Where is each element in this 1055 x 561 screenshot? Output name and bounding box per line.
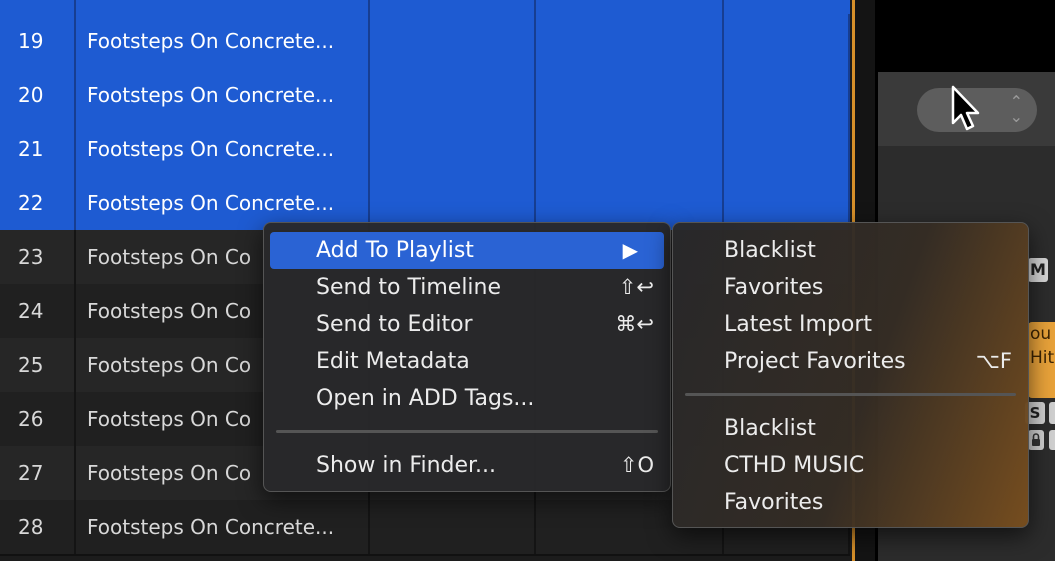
row-number: 22 xyxy=(0,176,76,230)
menu-item-label: Latest Import xyxy=(724,312,872,337)
triangle-right-icon: ▶ xyxy=(622,238,638,262)
submenu-item-favorites-2[interactable]: Favorites xyxy=(679,484,1022,521)
row-number: 20 xyxy=(0,68,76,122)
partial-row-above xyxy=(0,0,850,14)
submenu-item-latest-import[interactable]: Latest Import xyxy=(679,306,1022,343)
file-name: Footsteps On Concrete... xyxy=(76,14,370,68)
menu-item-label: Open in ADD Tags... xyxy=(316,386,535,411)
submenu-item-cthd-music[interactable]: CTHD MUSIC xyxy=(679,447,1022,484)
menu-item-label: Blacklist xyxy=(724,238,816,263)
menu-item-show-in-finder[interactable]: Show in Finder... ⇧O xyxy=(270,447,664,484)
menu-item-edit-metadata[interactable]: Edit Metadata xyxy=(270,343,664,380)
empty-cell xyxy=(536,14,724,68)
badge-partial[interactable] xyxy=(1049,430,1055,450)
shortcut-label: ⌘↩ xyxy=(615,312,654,336)
shortcut-label: ⇧O xyxy=(619,453,654,477)
mouse-pointer-icon xyxy=(951,85,980,131)
empty-cell xyxy=(370,122,536,176)
track-card-line-1: ou xyxy=(1030,324,1052,344)
context-menu: Add To Playlist ▶ Send to Timeline ⇧↩ Se… xyxy=(263,222,671,492)
menu-item-send-to-timeline[interactable]: Send to Timeline ⇧↩ xyxy=(270,269,664,306)
submenu-item-blacklist[interactable]: Blacklist xyxy=(679,232,1022,269)
empty-cell xyxy=(724,122,850,176)
empty-cell xyxy=(536,122,724,176)
menu-item-label: Project Favorites xyxy=(724,349,906,374)
file-name: Footsteps On Concrete... xyxy=(76,68,370,122)
menu-separator xyxy=(276,430,658,433)
menu-separator xyxy=(685,393,1016,396)
menu-item-label: Send to Timeline xyxy=(316,275,502,300)
row-number: 28 xyxy=(0,500,76,554)
shortcut-label: ⌥F xyxy=(975,349,1012,373)
file-name: Footsteps On Concrete... xyxy=(76,122,370,176)
menu-item-label: Favorites xyxy=(724,490,824,515)
submenu-item-blacklist-2[interactable]: Blacklist xyxy=(679,410,1022,447)
menu-item-label: Add To Playlist xyxy=(316,238,474,263)
submenu-item-project-favorites[interactable]: Project Favorites ⌥F xyxy=(679,343,1022,380)
menu-item-add-to-playlist[interactable]: Add To Playlist ▶ xyxy=(270,232,664,269)
row-number: 23 xyxy=(0,230,76,284)
playlist-submenu: Blacklist Favorites Latest Import Projec… xyxy=(672,222,1029,528)
empty-cell xyxy=(370,14,536,68)
empty-cell xyxy=(370,500,536,554)
row-number: 26 xyxy=(0,392,76,446)
m-badge[interactable]: M xyxy=(1028,258,1048,282)
menu-item-label: Show in Finder... xyxy=(316,453,497,478)
badge-partial[interactable] xyxy=(1049,402,1055,424)
menu-item-label: Favorites xyxy=(724,275,824,300)
up-down-chevron-icon: ⌃ ⌄ xyxy=(1009,92,1023,126)
row-number: 19 xyxy=(0,14,76,68)
submenu-item-favorites[interactable]: Favorites xyxy=(679,269,1022,306)
menu-item-send-to-editor[interactable]: Send to Editor ⌘↩ xyxy=(270,306,664,343)
row-number: 24 xyxy=(0,284,76,338)
menu-item-label: CTHD MUSIC xyxy=(724,453,865,478)
empty-cell xyxy=(370,68,536,122)
menu-item-label: Blacklist xyxy=(724,416,816,441)
table-row[interactable]: 21 Footsteps On Concrete... xyxy=(0,122,850,178)
row-number: 21 xyxy=(0,122,76,176)
empty-cell xyxy=(724,68,850,122)
row-number: 25 xyxy=(0,338,76,392)
shortcut-label: ⇧↩ xyxy=(618,275,654,299)
menu-item-label: Edit Metadata xyxy=(316,349,470,374)
menu-item-open-in-add-tags[interactable]: Open in ADD Tags... xyxy=(270,380,664,417)
table-row[interactable]: 20 Footsteps On Concrete... xyxy=(0,68,850,124)
table-row[interactable]: 19 Footsteps On Concrete... xyxy=(0,14,850,70)
file-name: Footsteps On Concrete... xyxy=(76,500,370,554)
empty-cell xyxy=(536,68,724,122)
empty-cell xyxy=(724,14,850,68)
lock-icon[interactable] xyxy=(1027,430,1045,450)
row-number: 27 xyxy=(0,446,76,500)
track-card-line-2: Hit xyxy=(1030,348,1055,368)
menu-item-label: Send to Editor xyxy=(316,312,473,337)
track-card[interactable]: ou Hit xyxy=(1028,322,1055,398)
